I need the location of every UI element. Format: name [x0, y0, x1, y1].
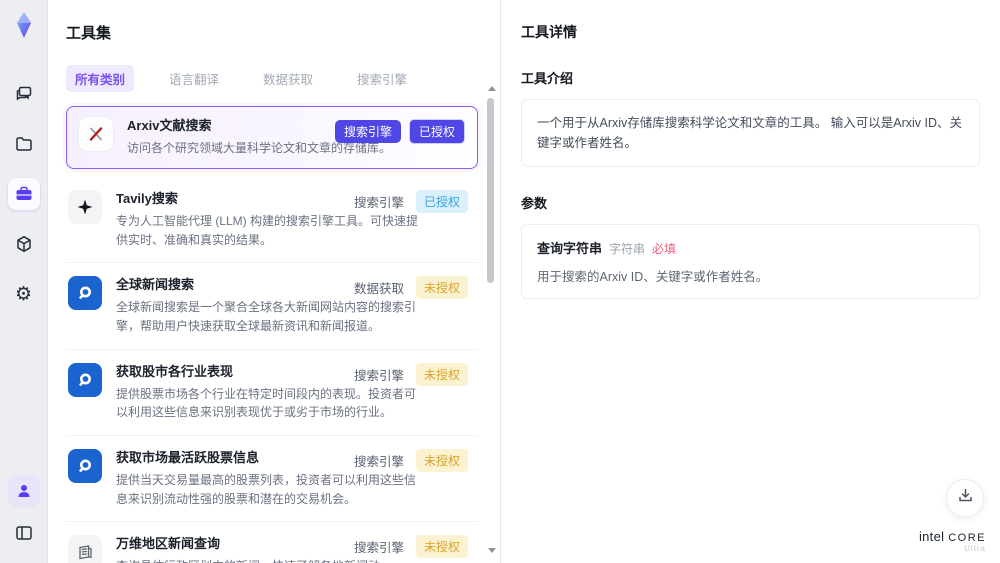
cube-icon — [14, 234, 34, 254]
params-heading: 参数 — [521, 196, 548, 211]
tool-row-active-stocks[interactable]: 获取市场最活跃股票信息 提供当天交易量最高的股票列表，投资者可以利用这些信息来识… — [66, 436, 478, 523]
status-badge: 未授权 — [415, 362, 468, 386]
tool-row-stock-sectors[interactable]: 获取股市各行业表现 提供股票市场各个行业在特定时间段内的表现。投资者可以利用这些… — [66, 350, 478, 436]
tool-row-regional-news[interactable]: 万维地区新闻查询 查询具体行政区划内的新闻，快速了解各地新闻动 搜索引擎 未授权 — [66, 522, 478, 563]
panel-toggle-icon — [14, 523, 34, 543]
tab-all-categories[interactable]: 所有类别 — [66, 65, 135, 92]
tab-data-fetching[interactable]: 数据获取 — [254, 65, 322, 92]
param-description: 用于搜索的Arxiv ID、关键字或作者姓名。 — [537, 270, 769, 284]
chat-icon — [14, 84, 34, 104]
folder-icon — [14, 134, 34, 154]
search-logo-icon — [68, 448, 102, 483]
detail-title: 工具详情 — [521, 24, 577, 40]
core-wordmark: CORE — [948, 532, 986, 545]
tool-intro-text: 一个用于从Arxiv存储库搜索科学论文和文章的工具。 输入可以是Arxiv ID… — [521, 99, 980, 167]
category-badge: 搜索引擎 — [334, 120, 401, 143]
intro-heading: 工具介绍 — [521, 71, 574, 86]
tab-search-engine[interactable]: 搜索引擎 — [348, 65, 416, 92]
param-name: 查询字符串 — [537, 241, 603, 256]
status-badge: 已授权 — [415, 189, 468, 213]
tool-description: 专为人工智能代理 (LLM) 构建的搜索引擎工具。可快速提供实时、准确和真实的结… — [116, 213, 419, 247]
sidebar-item-panel-toggle[interactable] — [8, 517, 40, 549]
user-icon — [15, 482, 33, 500]
sidebar: ⚙ — [0, 0, 48, 563]
status-badge: 未授权 — [415, 276, 468, 300]
param-required-badge: 必填 — [652, 242, 677, 256]
arxiv-chi-icon — [79, 117, 113, 151]
category-label: 搜索引擎 — [353, 368, 404, 383]
main-content: 工具集 所有类别 语言翻译 数据获取 搜索引擎 Arxiv文献搜索 访问各个研究… — [48, 0, 1000, 563]
toolbox-icon — [14, 184, 34, 204]
newspaper-icon — [68, 535, 102, 563]
tool-list-panel: 工具集 所有类别 语言翻译 数据获取 搜索引擎 Arxiv文献搜索 访问各个研究… — [48, 0, 500, 563]
tool-list: Arxiv文献搜索 访问各个研究领域大量科学论文和文章的存储库。 搜索引擎 已授… — [66, 106, 478, 563]
tool-description: 全球新闻搜索是一个聚合全球各大新闻网站内容的搜索引擎，帮助用户快速获取全球最新资… — [116, 300, 417, 333]
gear-icon: ⚙ — [14, 283, 33, 305]
sparkle-star-icon — [68, 189, 102, 224]
scrollbar-thumb[interactable] — [487, 98, 494, 283]
tool-description: 查询具体行政区划内的新闻，快速了解各地新闻动 — [116, 557, 421, 563]
tool-description: 提供当天交易量最高的股票列表，投资者可以利用这些信息来识别流动性强的股票和潜在的… — [116, 473, 417, 506]
sidebar-item-settings[interactable]: ⚙ — [8, 278, 40, 310]
sidebar-item-files[interactable] — [8, 128, 40, 160]
sidebar-item-account[interactable] — [7, 475, 40, 507]
tool-row-global-news[interactable]: 全球新闻搜索 全球新闻搜索是一个聚合全球各大新闻网站内容的搜索引擎，帮助用户快速… — [66, 263, 478, 350]
download-button[interactable] — [946, 479, 984, 517]
sidebar-item-models[interactable] — [8, 228, 40, 260]
app-logo-icon — [9, 10, 39, 40]
tab-language-translation[interactable]: 语言翻译 — [160, 65, 228, 92]
download-icon — [957, 487, 974, 509]
intel-wordmark: intel — [918, 529, 945, 545]
search-logo-icon — [68, 362, 102, 397]
scrollbar-down-arrow[interactable] — [488, 548, 496, 553]
tool-description: 提供股票市场各个行业在特定时间段内的表现。投资者可以利用这些信息来识别表现优于或… — [116, 386, 417, 420]
param-type: 字符串 — [609, 242, 646, 256]
status-badge: 未授权 — [415, 448, 468, 472]
ultra-wordmark: Ultra — [964, 543, 986, 553]
search-logo-icon — [68, 276, 102, 311]
page-title: 工具集 — [66, 25, 112, 42]
category-label: 搜索引擎 — [353, 454, 404, 469]
sidebar-bottom — [7, 475, 40, 549]
category-label: 搜索引擎 — [353, 195, 404, 210]
sidebar-item-tools[interactable] — [7, 178, 40, 210]
intel-core-logo: intel CORE Ultra — [919, 530, 986, 553]
tool-detail-panel: 工具详情 工具介绍 一个用于从Arxiv存储库搜索科学论文和文章的工具。 输入可… — [500, 0, 1000, 563]
sidebar-nav: ⚙ — [7, 78, 40, 310]
tool-row-tavily[interactable]: Tavily搜索 专为人工智能代理 (LLM) 构建的搜索引擎工具。可快速提供实… — [66, 177, 478, 264]
category-tabs: 所有类别 语言翻译 数据获取 搜索引擎 — [66, 65, 500, 92]
param-card: 查询字符串 字符串 必填 用于搜索的Arxiv ID、关键字或作者姓名。 — [521, 224, 980, 299]
category-label: 数据获取 — [353, 282, 404, 297]
scrollbar-up-arrow[interactable] — [488, 86, 496, 91]
app-window: ⚙ 工具集 所有类别 语言翻译 数据获取 搜索引擎 Arxiv文献搜索 访问各个… — [0, 0, 1000, 563]
status-badge: 已授权 — [408, 119, 465, 144]
tool-row-arxiv[interactable]: Arxiv文献搜索 访问各个研究领域大量科学论文和文章的存储库。 搜索引擎 已授… — [66, 106, 478, 169]
status-badge: 未授权 — [415, 535, 468, 559]
sidebar-item-chat[interactable] — [8, 78, 40, 110]
list-scrollbar — [486, 86, 496, 553]
category-label: 搜索引擎 — [353, 541, 404, 556]
